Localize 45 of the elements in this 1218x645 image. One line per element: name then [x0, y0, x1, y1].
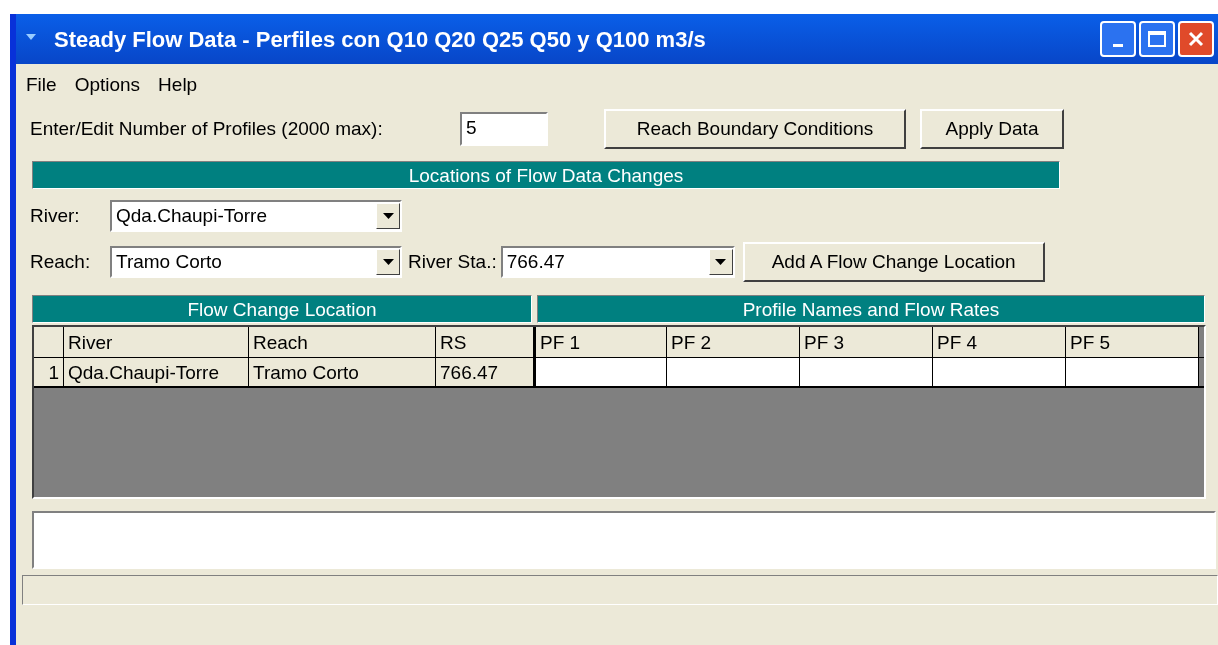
close-icon	[1187, 30, 1205, 48]
profiles-input[interactable]: 5	[460, 112, 548, 146]
column-header: PF 5	[1066, 327, 1199, 357]
column-header: PF 1	[534, 327, 667, 357]
table-cell[interactable]	[933, 358, 1066, 386]
button[interactable]: Add A Flow Change Location	[742, 242, 1045, 282]
profiles-label: Enter/Edit Number of Profiles (2000 max):	[30, 116, 384, 141]
table-cell[interactable]	[800, 358, 933, 386]
section-header: Flow Change Location	[32, 295, 532, 323]
river-label: River:	[30, 203, 81, 228]
minimize-button[interactable]	[1100, 21, 1136, 57]
menu-item[interactable]: File	[26, 70, 57, 100]
close-button[interactable]	[1178, 21, 1214, 57]
dropdown-arrow-button[interactable]	[376, 249, 400, 275]
column-header: River	[64, 327, 249, 357]
river-station-label: River Sta.:	[408, 249, 497, 274]
table-cell: Qda.Chaupi-Torre	[64, 358, 249, 386]
caret-icon	[715, 259, 727, 265]
column-header: Reach	[249, 327, 436, 357]
table-cell[interactable]	[1066, 358, 1199, 386]
table-cell: 766.47	[436, 358, 534, 386]
table-cell[interactable]	[667, 358, 800, 386]
button[interactable]: Reach Boundary Conditions	[604, 109, 906, 149]
table-cell: Tramo Corto	[249, 358, 436, 386]
column-header: RS	[436, 327, 534, 357]
caret-icon	[382, 259, 394, 265]
maximize-button[interactable]	[1139, 21, 1175, 57]
menu-item[interactable]: Options	[74, 70, 141, 100]
section-header: Locations of Flow Data Changes	[32, 161, 1060, 189]
row-number: 1	[34, 358, 64, 386]
reach-label: Reach:	[30, 249, 92, 274]
reach-select[interactable]: Tramo Corto	[110, 246, 402, 278]
dropdown-arrow-button[interactable]	[376, 203, 400, 229]
caret-icon	[382, 213, 394, 219]
column-header: PF 4	[933, 327, 1066, 357]
river-select[interactable]: Qda.Chaupi-Torre	[110, 200, 402, 232]
column-header: PF 3	[800, 327, 933, 357]
section-header: Profile Names and Flow Rates	[537, 295, 1205, 323]
window-title: Steady Flow Data - Perfiles con Q10 Q20 Q25 Q50 y Q100 m3/s	[54, 25, 706, 54]
table-cell[interactable]	[534, 358, 667, 386]
dropdown-arrow-button[interactable]	[708, 249, 733, 275]
river-station-select[interactable]: 766.47	[500, 246, 735, 278]
menu-item[interactable]: Help	[158, 70, 198, 100]
button[interactable]: Apply Data	[920, 109, 1064, 149]
column-header: PF 2	[667, 327, 800, 357]
